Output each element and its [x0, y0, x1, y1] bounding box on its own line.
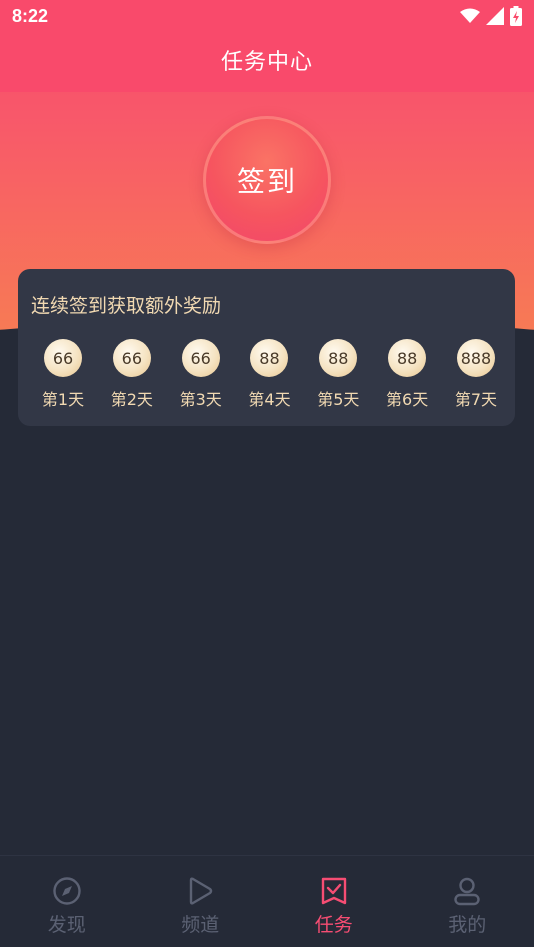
streak-day: 88 第4天 [238, 339, 300, 410]
status-time: 8:22 [12, 5, 49, 26]
signal-icon [486, 7, 504, 25]
compass-icon [53, 877, 81, 905]
tab-label: 频道 [181, 914, 220, 936]
wifi-icon [460, 8, 480, 23]
streak-day: 888 第7天 [445, 339, 507, 410]
tab-label: 我的 [448, 914, 487, 936]
reward-coin: 66 [181, 339, 220, 377]
tab-channels[interactable]: 频道 [134, 856, 268, 947]
day-label: 第2天 [110, 390, 153, 409]
tab-label: 任务 [314, 914, 353, 936]
bottom-tab-bar: 发现 频道 任务 我的 [0, 855, 534, 947]
streak-day: 66 第3天 [170, 339, 232, 410]
streak-day: 66 第1天 [32, 339, 94, 410]
day-label: 第7天 [454, 390, 498, 409]
day-label: 第4天 [248, 390, 291, 409]
play-icon [190, 877, 213, 905]
status-bar: 8:22 [0, 0, 534, 32]
reward-coin: 88 [250, 339, 289, 377]
streak-day: 66 第2天 [101, 339, 163, 410]
reward-coin: 88 [319, 339, 358, 377]
streak-reward-card: 连续签到获取额外奖励 66 第1天 66 第2天 66 第3天 88 第4天 8… [18, 269, 515, 426]
streak-day: 88 第5天 [307, 339, 369, 410]
page-title: 任务中心 [220, 50, 313, 75]
tab-label: 发现 [47, 914, 86, 936]
tab-tasks[interactable]: 任务 [267, 856, 401, 947]
day-label: 第5天 [317, 390, 360, 409]
streak-card-title: 连续签到获取额外奖励 [31, 295, 222, 317]
day-label: 第3天 [179, 390, 222, 409]
streak-day: 88 第6天 [376, 339, 438, 410]
day-label: 第6天 [386, 390, 429, 409]
reward-coin: 88 [388, 339, 427, 377]
task-check-icon [321, 877, 346, 905]
tab-discover[interactable]: 发现 [0, 856, 134, 947]
reward-coin: 66 [44, 339, 82, 377]
streak-days: 66 第1天 66 第2天 66 第3天 88 第4天 88 第5天 88 第6… [32, 339, 507, 410]
checkin-button[interactable]: 签到 [203, 116, 331, 244]
tab-profile[interactable]: 我的 [401, 856, 534, 947]
reward-coin: 66 [112, 339, 151, 377]
checkin-button-label: 签到 [236, 165, 297, 198]
reward-coin: 888 [456, 339, 495, 377]
day-label: 第1天 [41, 390, 85, 409]
battery-charging-icon [510, 6, 522, 26]
status-icons [460, 6, 522, 26]
user-icon [454, 877, 480, 906]
